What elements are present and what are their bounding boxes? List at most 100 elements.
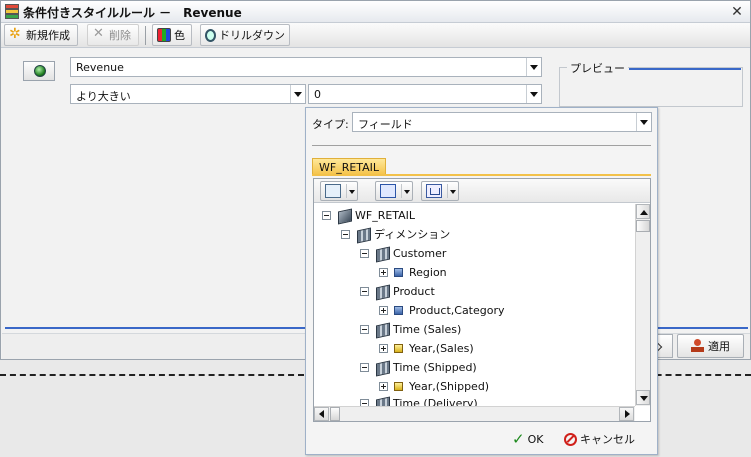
- stamp-icon: [691, 339, 704, 353]
- collapse-icon[interactable]: [360, 324, 369, 334]
- scroll-right-arrow-icon[interactable]: [619, 407, 634, 421]
- delete-button[interactable]: 削除: [87, 24, 139, 46]
- collapse-icon[interactable]: [360, 286, 369, 296]
- type-select-value: フィールド: [358, 118, 413, 131]
- dimension-icon: [375, 247, 390, 260]
- toolbar-separator: [145, 26, 146, 45]
- expand-icon[interactable]: [379, 343, 388, 353]
- scroll-up-arrow-icon[interactable]: [636, 204, 650, 219]
- tree-node-label: WF_RETAIL: [355, 208, 416, 222]
- chevron-down-icon[interactable]: [349, 190, 355, 194]
- tree-node-label: Time (Shipped): [393, 360, 477, 374]
- year-field-icon: [394, 343, 403, 353]
- toolbar: 新規作成 削除 色 ドリルダウン: [1, 23, 750, 48]
- tree-node-label: Product: [393, 284, 435, 298]
- expand-icon[interactable]: [379, 305, 388, 315]
- vertical-scrollbar[interactable]: [635, 204, 650, 406]
- expand-icon[interactable]: [379, 381, 388, 391]
- field-icon: [394, 305, 403, 315]
- color-label: 色: [174, 29, 185, 42]
- tree-node[interactable]: Product: [360, 282, 435, 300]
- collapse-icon[interactable]: [341, 229, 350, 239]
- close-button[interactable]: ✕: [728, 3, 746, 21]
- scroll-down-arrow-icon[interactable]: [636, 390, 650, 405]
- tree-node[interactable]: Time (Delivery): [360, 394, 478, 406]
- hierarchy-icon: [426, 184, 442, 198]
- operator-select[interactable]: より大きい: [70, 84, 306, 104]
- split-divider: [401, 184, 402, 198]
- view-mode-button[interactable]: [320, 181, 358, 201]
- apply-label: 適用: [708, 340, 730, 353]
- tree-node-label: Year,(Sales): [409, 341, 474, 355]
- list-view-button[interactable]: [375, 181, 413, 201]
- field-tree: WF_RETAIL ディメンション Customer Region Produc: [314, 204, 635, 406]
- collapse-icon[interactable]: [360, 362, 369, 372]
- cancel-button[interactable]: キャンセル: [564, 430, 635, 448]
- field-select-value: Revenue: [76, 61, 124, 74]
- expand-icon[interactable]: [379, 267, 388, 277]
- tree-node[interactable]: Product,Category: [379, 301, 505, 319]
- delete-label: 削除: [109, 29, 131, 42]
- type-select[interactable]: フィールド: [352, 112, 652, 132]
- chevron-down-icon[interactable]: [526, 85, 541, 103]
- tree-node[interactable]: Year,(Sales): [379, 339, 474, 357]
- color-button[interactable]: 色: [152, 24, 192, 46]
- ok-button[interactable]: ✓ OK: [512, 430, 543, 448]
- apply-button[interactable]: 適用: [677, 334, 744, 358]
- drilldown-icon: [205, 28, 216, 42]
- compare-value-select[interactable]: 0: [308, 84, 542, 104]
- tree-node-label: Product,Category: [409, 303, 505, 317]
- split-divider: [346, 184, 347, 198]
- collapse-icon[interactable]: [360, 398, 369, 406]
- type-label: タイプ:: [312, 118, 349, 131]
- tree-node[interactable]: WF_RETAIL: [322, 206, 415, 224]
- tree-node-label: Time (Sales): [393, 322, 462, 336]
- dimension-icon: [375, 323, 390, 336]
- cancel-label: キャンセル: [580, 433, 635, 446]
- chevron-down-icon[interactable]: [290, 85, 305, 103]
- tree-node-label: ディメンション: [374, 228, 451, 241]
- scroll-left-arrow-icon[interactable]: [314, 407, 329, 421]
- operator-select-value: より大きい: [76, 90, 131, 103]
- chevron-down-icon[interactable]: [450, 190, 456, 194]
- field-select[interactable]: Revenue: [70, 57, 542, 77]
- dimension-icon: [375, 285, 390, 298]
- tab-wf-retail[interactable]: WF_RETAIL: [312, 158, 387, 175]
- tree-node[interactable]: Time (Shipped): [360, 358, 477, 376]
- app-icon: [5, 4, 19, 19]
- tree-node[interactable]: Year,(Shipped): [379, 377, 489, 395]
- horizontal-scrollbar[interactable]: [314, 406, 635, 421]
- compare-value: 0: [314, 88, 321, 101]
- chevron-down-icon[interactable]: [636, 113, 651, 131]
- tree-node[interactable]: Customer: [360, 244, 446, 262]
- dimension-icon: [375, 361, 390, 374]
- window-title: 条件付きスタイルルール － Revenue: [23, 6, 242, 20]
- vertical-scroll-thumb[interactable]: [636, 220, 650, 232]
- tree-toolbar: [314, 179, 650, 203]
- condition-toggle-button[interactable]: [23, 61, 55, 81]
- tree-node[interactable]: Region: [379, 263, 447, 281]
- chevron-down-icon[interactable]: [526, 58, 541, 76]
- delete-icon: [92, 26, 106, 42]
- tree-node-label: Time (Delivery): [393, 396, 478, 407]
- collapse-icon[interactable]: [322, 210, 331, 220]
- chevron-down-icon[interactable]: [404, 190, 410, 194]
- tree-panel: WF_RETAIL ディメンション Customer Region Produc: [313, 178, 651, 422]
- drilldown-button[interactable]: ドリルダウン: [200, 24, 290, 46]
- view-mode-icon: [325, 184, 341, 198]
- cancel-icon: [564, 432, 577, 446]
- year-field-icon: [394, 381, 403, 391]
- tree-node[interactable]: Time (Sales): [360, 320, 461, 338]
- new-button[interactable]: 新規作成: [4, 24, 78, 46]
- tree-node[interactable]: ディメンション: [341, 225, 450, 243]
- cube-icon: [337, 209, 352, 222]
- drilldown-label: ドリルダウン: [219, 29, 285, 42]
- preview-accent-line: [629, 68, 741, 70]
- ok-label: OK: [527, 432, 544, 446]
- collapse-icon[interactable]: [360, 248, 369, 258]
- new-label: 新規作成: [26, 29, 70, 42]
- horizontal-scroll-thumb[interactable]: [330, 407, 340, 421]
- divider: [312, 145, 651, 146]
- hierarchy-view-button[interactable]: [421, 181, 459, 201]
- preview-label: プレビュー: [567, 60, 628, 76]
